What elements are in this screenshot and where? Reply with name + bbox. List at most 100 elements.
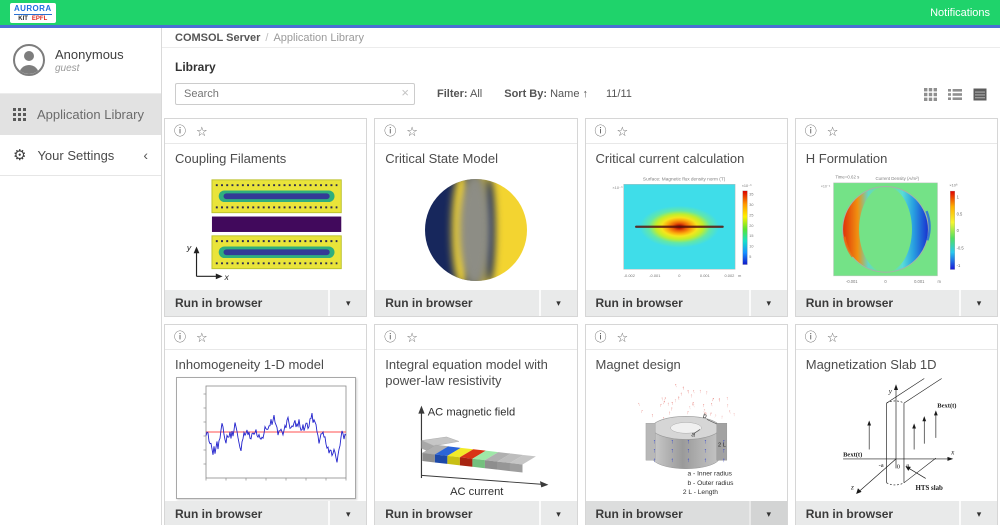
run-options-dropdown[interactable]: ▾ — [749, 290, 787, 316]
app-card-magnetization-slab-1d: ⓘ☆ Magnetization Slab 1D — [795, 324, 998, 525]
svg-text:↑: ↑ — [722, 448, 725, 455]
colorbar-exponent: ×10⁻³ — [742, 184, 752, 188]
info-icon[interactable]: ⓘ — [384, 331, 396, 343]
svg-text:↑: ↑ — [692, 389, 696, 395]
avatar-head-icon — [24, 51, 34, 61]
info-icon[interactable]: ⓘ — [595, 331, 607, 343]
run-in-browser-button[interactable]: Run in browser — [586, 290, 749, 316]
run-options-dropdown[interactable]: ▾ — [749, 501, 787, 525]
x-tick: 0.002 — [725, 273, 735, 278]
compact-view-icon[interactable] — [973, 88, 987, 101]
x-tick: 0.001 — [915, 279, 926, 284]
run-in-browser-button[interactable]: Run in browser — [165, 290, 328, 316]
zero-tick: 0 — [897, 464, 901, 471]
favorite-star-icon[interactable]: ☆ — [196, 125, 208, 138]
svg-text:↑: ↑ — [682, 386, 686, 392]
sort-control[interactable]: Sort By: Name ↑ — [504, 88, 588, 100]
run-options-dropdown[interactable]: ▾ — [539, 290, 577, 316]
brand-epfl: EPFL — [32, 16, 47, 22]
app-card-magnet-design: ⓘ☆ Magnet design ↑↑↑↑↑↑↑↑↑↑↑↑↑↑↑↑↑↑↑↑↑↑↑… — [585, 324, 788, 525]
run-options-dropdown[interactable]: ▾ — [539, 501, 577, 525]
neg-a-tick: -a — [879, 462, 884, 469]
x-tick: -0.001 — [846, 279, 858, 284]
filter-value: All — [470, 88, 482, 100]
colorbar-tick: 30 — [749, 203, 753, 207]
app-title: Inhomogeneity 1-D model — [165, 350, 366, 375]
svg-text:↑: ↑ — [674, 398, 677, 404]
run-options-dropdown[interactable]: ▾ — [328, 290, 366, 316]
run-options-dropdown[interactable]: ▾ — [328, 501, 366, 525]
colorbar-tick: 20 — [749, 224, 753, 228]
favorite-star-icon[interactable]: ☆ — [617, 125, 629, 138]
x-unit: m — [738, 273, 742, 278]
plot-title: Surface: Magnetic flux density norm (T) — [643, 177, 726, 183]
run-options-dropdown[interactable]: ▾ — [959, 501, 997, 525]
run-in-browser-button[interactable]: Run in browser — [796, 501, 959, 525]
colorbar-tick: 0.5 — [957, 212, 963, 217]
app-card-coupling-filaments: ⓘ☆ Coupling Filaments — [164, 118, 367, 317]
bext-right-label: Bext(t) — [938, 403, 957, 410]
sidebar-item-label: Your Settings — [37, 148, 114, 163]
thumbnail-critical-current: Surface: Magnetic flux density norm (T) … — [586, 169, 787, 290]
current-label: AC current — [450, 486, 504, 498]
svg-text:↑: ↑ — [687, 457, 690, 464]
application-grid: ⓘ☆ Coupling Filaments — [162, 118, 1000, 525]
run-in-browser-button[interactable]: Run in browser — [165, 501, 328, 525]
colorbar-tick: 35 — [749, 193, 753, 197]
pos-a-tick: a — [907, 462, 910, 469]
info-icon[interactable]: ⓘ — [805, 331, 817, 343]
sidebar-item-application-library[interactable]: Application Library — [0, 94, 161, 135]
notifications-link[interactable]: Notifications — [930, 7, 990, 19]
filter-control[interactable]: Filter: All — [437, 88, 482, 100]
run-options-dropdown[interactable]: ▾ — [959, 290, 997, 316]
sidebar: Anonymous guest Application Library ⚙ Yo… — [0, 28, 162, 525]
favorite-star-icon[interactable]: ☆ — [827, 331, 839, 344]
clear-search-icon[interactable]: × — [401, 86, 409, 99]
svg-text:↑: ↑ — [653, 457, 656, 464]
svg-text:↑: ↑ — [709, 412, 713, 418]
list-view-icon[interactable] — [948, 88, 962, 101]
app-card-integral-equation: ⓘ☆ Integral equation model with power-la… — [374, 324, 577, 525]
svg-text:↑: ↑ — [704, 457, 707, 464]
info-icon[interactable]: ⓘ — [384, 125, 396, 137]
legend-outer-radius: b - Outer radius — [688, 480, 735, 487]
favorite-star-icon[interactable]: ☆ — [617, 331, 629, 344]
sidebar-item-your-settings[interactable]: ⚙ Your Settings ‹ — [0, 135, 161, 176]
run-in-browser-button[interactable]: Run in browser — [586, 501, 749, 525]
breadcrumb-comsol-server[interactable]: COMSOL Server — [175, 32, 260, 44]
axis-z-label: z — [850, 484, 854, 492]
colorbar-tick: 25 — [749, 213, 753, 217]
favorite-star-icon[interactable]: ☆ — [406, 331, 418, 344]
svg-text:↑: ↑ — [658, 403, 663, 410]
gear-icon: ⚙ — [13, 148, 26, 163]
info-icon[interactable]: ⓘ — [595, 125, 607, 137]
app-title: H Formulation — [796, 144, 997, 169]
favorite-star-icon[interactable]: ☆ — [827, 125, 839, 138]
run-in-browser-button[interactable]: Run in browser — [375, 501, 538, 525]
thumbnail-magnet-design: ↑↑↑↑↑↑↑↑↑↑↑↑↑↑↑↑↑↑↑↑↑↑↑↑↑↑↑↑↑↑↑↑↑↑↑↑↑↑↑↑… — [586, 375, 787, 501]
info-icon[interactable]: ⓘ — [805, 125, 817, 137]
favorite-star-icon[interactable]: ☆ — [406, 125, 418, 138]
svg-text:↑: ↑ — [653, 448, 656, 455]
breadcrumb: COMSOL Server / Application Library — [162, 28, 1000, 48]
grid-view-icon[interactable] — [924, 88, 937, 101]
sort-value: Name — [550, 88, 579, 100]
run-in-browser-button[interactable]: Run in browser — [375, 290, 538, 316]
search-input[interactable] — [175, 83, 415, 105]
favorite-star-icon[interactable]: ☆ — [196, 331, 208, 344]
info-icon[interactable]: ⓘ — [174, 125, 186, 137]
svg-text:↑: ↑ — [667, 402, 670, 408]
svg-text:↑: ↑ — [699, 389, 702, 395]
collapse-sidebar-icon[interactable]: ‹ — [143, 148, 148, 162]
magnetic-field-label: AC magnetic field — [428, 406, 515, 418]
colorbar-tick: -1 — [957, 263, 961, 268]
thumbnail-inhomogeneity — [165, 375, 366, 501]
page-title: Library — [175, 60, 987, 74]
brand-kit: KIT — [18, 16, 28, 22]
info-icon[interactable]: ⓘ — [174, 331, 186, 343]
run-in-browser-button[interactable]: Run in browser — [796, 290, 959, 316]
sort-direction-icon[interactable]: ↑ — [583, 88, 589, 100]
app-card-critical-current-calculation: ⓘ☆ Critical current calculation — [585, 118, 788, 317]
colorbar-tick: -0.5 — [957, 246, 965, 251]
app-card-h-formulation: ⓘ ☆ H Formulation — [795, 118, 998, 317]
